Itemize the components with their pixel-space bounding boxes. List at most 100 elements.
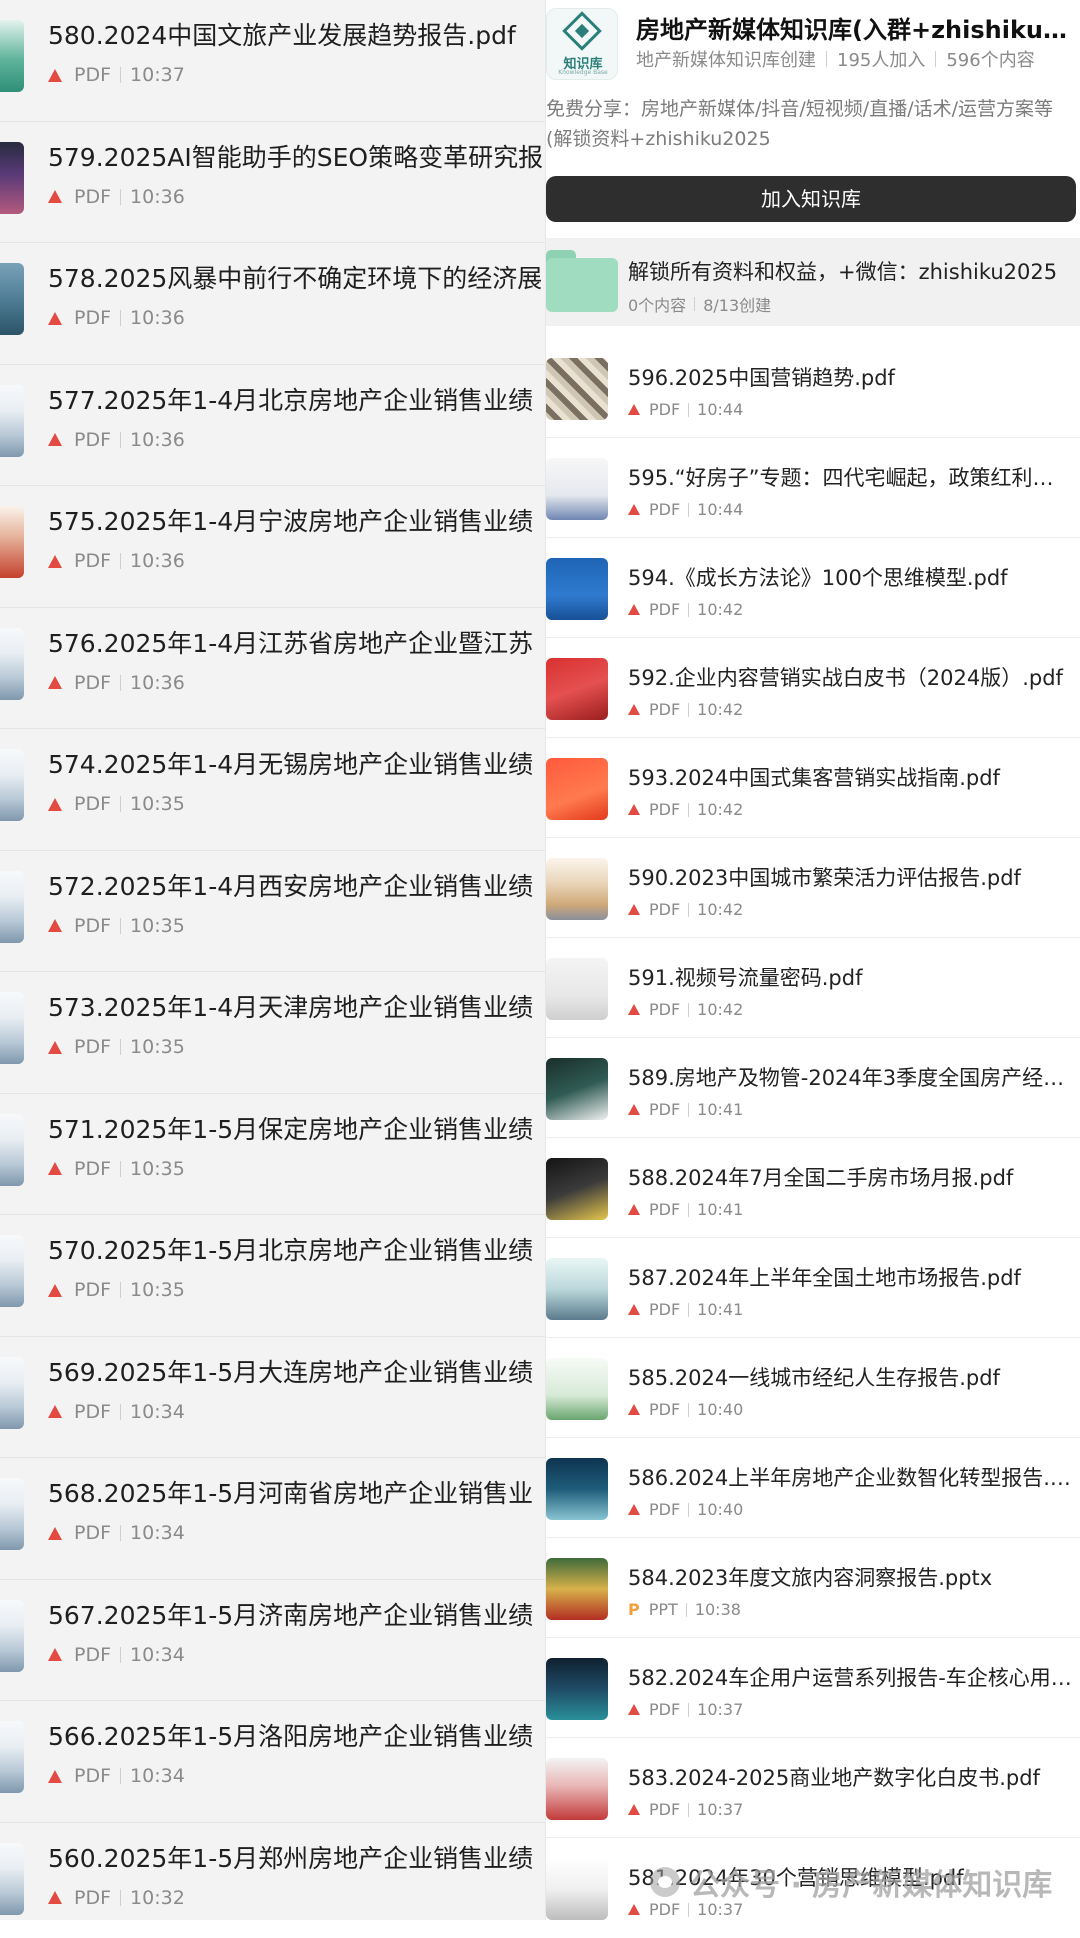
file-type: PDF [74,428,112,451]
file-type: PDF [74,185,112,208]
list-item[interactable]: 594.《成长方法论》100个思维模型.pdf PDF 10:42 [546,538,1080,638]
file-thumbnail [0,263,24,335]
list-item[interactable]: 578.2025风暴中前行不确定环境下的经济展 PDF 10:36 [0,243,545,365]
pdf-icon [628,404,640,415]
file-meta: PDF 10:42 [628,900,743,919]
list-item[interactable]: 575.2025年1-4月宁波房地产企业销售业绩 PDF 10:36 [0,486,545,608]
list-item[interactable]: 566.2025年1-5月洛阳房地产企业销售业绩 PDF 10:34 [0,1701,545,1823]
meta-separator [688,602,690,617]
file-title: 580.2024中国文旅产业发展趋势报告.pdf [48,21,516,50]
file-title: 595.“好房子”专题：四代宅崛起，政策红利… [628,466,1054,490]
pdf-icon [48,190,62,203]
file-meta: PDF 10:44 [628,500,743,519]
file-title: 589.房地产及物管-2024年3季度全国房产经… [628,1066,1065,1090]
file-type: PDF [74,64,112,86]
file-type: PDF [74,793,112,815]
list-item[interactable]: 577.2025年1-4月北京房地产企业销售业绩 PDF 10:36 [0,365,545,486]
file-time: 10:44 [697,400,744,419]
file-title: 585.2024一线城市经纪人生存报告.pdf [628,1366,1000,1390]
list-item[interactable]: 596.2025中国营销趋势.pdf PDF 10:44 [546,338,1080,438]
file-meta: PDF 10:42 [628,700,743,719]
list-item[interactable]: 572.2025年1-4月西安房地产企业销售业绩 PDF 10:35 [0,851,545,972]
file-thumbnail [0,20,24,92]
file-thumbnail [546,1358,608,1420]
list-item[interactable]: 587.2024年上半年全国土地市场报告.pdf PDF 10:41 [546,1238,1080,1338]
list-item[interactable]: 567.2025年1-5月济南房地产企业销售业绩 PDF 10:34 [0,1580,545,1701]
file-meta: PDF 10:41 [628,1200,743,1219]
list-item[interactable]: 560.2025年1-5月郑州房地产企业销售业绩 PDF 10:32 [0,1823,545,1921]
file-title: 592.企业内容营销实战白皮书（2024版）.pdf [628,666,1063,690]
list-item[interactable]: 586.2024上半年房地产企业数智化转型报告.… PDF 10:40 [546,1438,1080,1538]
file-meta: PDF 10:32 [48,1885,185,1911]
list-item[interactable]: 570.2025年1-5月北京房地产企业销售业绩 PDF 10:35 [0,1215,545,1337]
file-meta: PDF 10:41 [628,1100,743,1119]
meta-separator [935,51,937,67]
list-item[interactable]: 568.2025年1-5月河南省房地产企业销售业 PDF 10:34 [0,1458,545,1580]
file-meta: PDF 10:40 [628,1500,743,1519]
file-meta: PDF 10:36 [48,548,185,574]
file-title: 579.2025AI智能助手的SEO策略变革研究报 [48,142,544,172]
meta-separator [120,1646,122,1663]
list-item[interactable]: 588.2024年7月全国二手房市场月报.pdf PDF 10:41 [546,1138,1080,1238]
meta-separator [120,1889,122,1906]
file-thumbnail [0,384,24,457]
list-item[interactable]: 593.2024中国式集客营销实战指南.pdf PDF 10:42 [546,738,1080,838]
list-item[interactable]: 579.2025AI智能助手的SEO策略变革研究报 PDF 10:36 [0,122,545,243]
file-type: PDF [649,800,681,819]
list-item[interactable]: 592.企业内容营销实战白皮书（2024版）.pdf PDF 10:42 [546,638,1080,738]
pdf-icon [628,604,640,615]
list-item[interactable]: 585.2024一线城市经纪人生存报告.pdf PDF 10:40 [546,1338,1080,1438]
list-item[interactable]: 574.2025年1-4月无锡房地产企业销售业绩 PDF 10:35 [0,729,545,851]
file-type: PDF [649,500,681,519]
list-item[interactable]: 582.2024车企用户运营系列报告-车企核心用… PDF 10:37 [546,1638,1080,1738]
file-thumbnail [0,870,24,943]
file-meta: PDF 10:36 [48,670,185,696]
kb-stats: 地产新媒体知识库创建 195人加入 596个内容 [636,46,1035,72]
file-title: 594.《成长方法论》100个思维模型.pdf [628,566,1008,590]
list-item[interactable]: 569.2025年1-5月大连房地产企业销售业绩 PDF 10:34 [0,1337,545,1458]
join-kb-button[interactable]: 加入知识库 [546,176,1076,222]
file-time: 10:35 [130,1036,185,1058]
file-thumbnail [0,749,24,821]
folder-item[interactable]: 解锁所有资料和权益，+微信：zhishiku2025 0个内容 8/13创建 [546,238,1080,326]
file-thumbnail [546,1058,608,1120]
list-item[interactable]: 584.2023年度文旅内容洞察报告.pptx P PPT 10:38 [546,1538,1080,1638]
pdf-icon [48,1040,62,1054]
file-thumbnail [546,558,608,620]
file-time: 10:36 [130,550,185,572]
pdf-icon [48,797,62,811]
pdf-icon [48,1648,62,1661]
file-type: PDF [649,1300,681,1319]
meta-separator [688,802,690,817]
file-type: PDF [649,600,681,619]
list-item[interactable]: 591.视频号流量密码.pdf PDF 10:42 [546,938,1080,1038]
list-item[interactable]: 580.2024中国文旅产业发展趋势报告.pdf PDF 10:37 [0,0,545,122]
pdf-icon [48,68,62,82]
file-time: 10:35 [130,914,185,937]
file-title: 567.2025年1-5月济南房地产企业销售业绩 [48,1600,534,1630]
file-type: PDF [649,900,681,919]
file-time: 10:40 [697,1400,744,1419]
file-title: 586.2024上半年房地产企业数智化转型报告.… [628,1466,1071,1490]
list-item[interactable]: 595.“好房子”专题：四代宅崛起，政策红利… PDF 10:44 [546,438,1080,538]
file-title: 566.2025年1-5月洛阳房地产企业销售业绩 [48,1722,534,1751]
file-meta: PDF 10:37 [48,62,185,88]
file-type: PDF [649,1200,681,1219]
list-item[interactable]: 590.2023中国城市繁荣活力评估报告.pdf PDF 10:42 [546,838,1080,938]
meta-separator [120,674,122,691]
list-item[interactable]: 583.2024-2025商业地产数字化白皮书.pdf PDF 10:37 [546,1738,1080,1838]
list-item[interactable]: 571.2025年1-5月保定房地产企业销售业绩 PDF 10:35 [0,1094,545,1215]
list-item[interactable]: 589.房地产及物管-2024年3季度全国房产经… PDF 10:41 [546,1038,1080,1138]
list-item[interactable]: 576.2025年1-4月江苏省房地产企业暨江苏 PDF 10:36 [0,608,545,729]
meta-separator [688,1102,690,1117]
logo-diamond-icon [562,11,602,51]
file-thumbnail [0,992,24,1064]
list-item[interactable]: 573.2025年1-4月天津房地产企业销售业绩 PDF 10:35 [0,972,545,1094]
file-time: 10:41 [697,1100,744,1119]
file-time: 10:36 [130,185,185,208]
pdf-icon [628,1004,640,1015]
file-meta: PDF 10:35 [48,791,185,817]
meta-separator [120,1039,122,1055]
kb-description: 免费分享：房地产新媒体/抖音/短视频/直播/话术/运营方案等 (解锁资料+zhi… [546,98,1054,150]
meta-separator [826,51,827,67]
